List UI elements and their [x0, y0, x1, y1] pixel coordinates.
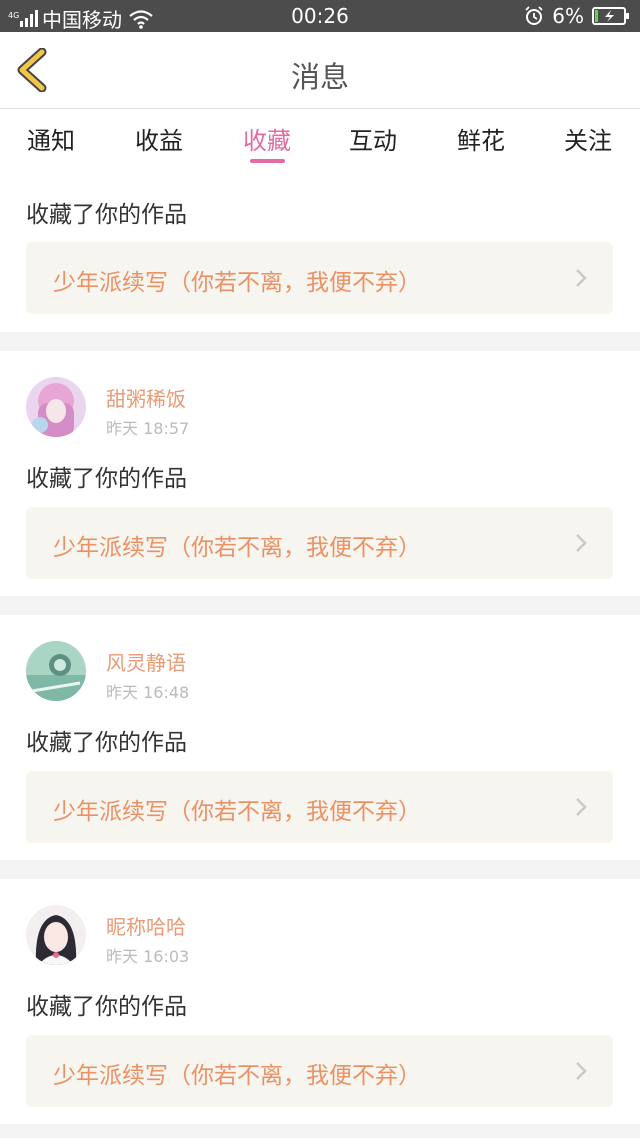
work-link[interactable]: 少年派续写（你若不离，我便不弃）	[26, 771, 613, 843]
tab-flowers[interactable]: 鲜花	[441, 121, 521, 156]
message-action: 收藏了你的作品	[26, 994, 187, 1020]
alarm-icon	[525, 6, 543, 25]
timestamp: 昨天 18:57	[106, 419, 190, 438]
tab-bar: 通知 收益 收藏 互动 鲜花 关注	[0, 109, 640, 169]
avatar[interactable]	[26, 641, 86, 701]
message-card: 甜粥稀饭 昨天 18:57 收藏了你的作品 少年派续写（你若不离，我便不弃）	[0, 351, 640, 596]
chevron-right-icon	[576, 269, 587, 287]
chevron-right-icon	[576, 1062, 587, 1080]
page-title: 消息	[290, 60, 349, 94]
work-link[interactable]: 少年派续写（你若不离，我便不弃）	[26, 242, 613, 314]
avatar-image	[26, 641, 86, 701]
battery-icon	[592, 7, 629, 25]
avatar[interactable]	[26, 905, 86, 965]
status-right: 6%	[524, 4, 630, 28]
battery-percent: 6%	[552, 4, 584, 28]
message-action: 收藏了你的作品	[26, 466, 187, 492]
work-link[interactable]: 少年派续写（你若不离，我便不弃）	[26, 507, 613, 579]
timestamp: 昨天 16:48	[106, 683, 190, 702]
tab-following[interactable]: 关注	[548, 121, 628, 156]
tab-notifications[interactable]: 通知	[11, 121, 91, 156]
chevron-right-icon	[576, 798, 587, 816]
timestamp: 昨天 16:03	[106, 947, 190, 966]
work-link[interactable]: 少年派续写（你若不离，我便不弃）	[26, 1035, 613, 1107]
status-bar: 4G 中国移动 00:26 6%	[0, 0, 640, 32]
work-title: 少年派续写（你若不离，我便不弃）	[53, 535, 421, 561]
tab-interactions[interactable]: 互动	[333, 121, 413, 156]
work-title: 少年派续写（你若不离，我便不弃）	[53, 270, 421, 296]
active-tab-indicator	[250, 159, 285, 163]
nav-header: 消息	[0, 32, 640, 109]
username[interactable]: 风灵静语	[106, 647, 186, 676]
avatar[interactable]	[26, 377, 86, 437]
chevron-right-icon	[576, 534, 587, 552]
work-title: 少年派续写（你若不离，我便不弃）	[53, 1063, 421, 1089]
message-action: 收藏了你的作品	[26, 730, 187, 756]
message-card: 风灵静语 昨天 16:48 收藏了你的作品 少年派续写（你若不离，我便不弃）	[0, 615, 640, 860]
avatar-image	[26, 377, 86, 437]
work-title: 少年派续写（你若不离，我便不弃）	[53, 799, 421, 825]
username[interactable]: 昵称哈哈	[106, 911, 186, 940]
tab-earnings[interactable]: 收益	[119, 121, 199, 156]
avatar-image	[26, 905, 86, 965]
tab-favorites[interactable]: 收藏	[227, 121, 307, 156]
username[interactable]: 甜粥稀饭	[106, 383, 186, 412]
message-card: 昵称哈哈 昨天 16:03 收藏了你的作品 少年派续写（你若不离，我便不弃）	[0, 879, 640, 1124]
message-card: 收藏了你的作品 少年派续写（你若不离，我便不弃）	[0, 169, 640, 332]
message-action: 收藏了你的作品	[26, 202, 187, 228]
